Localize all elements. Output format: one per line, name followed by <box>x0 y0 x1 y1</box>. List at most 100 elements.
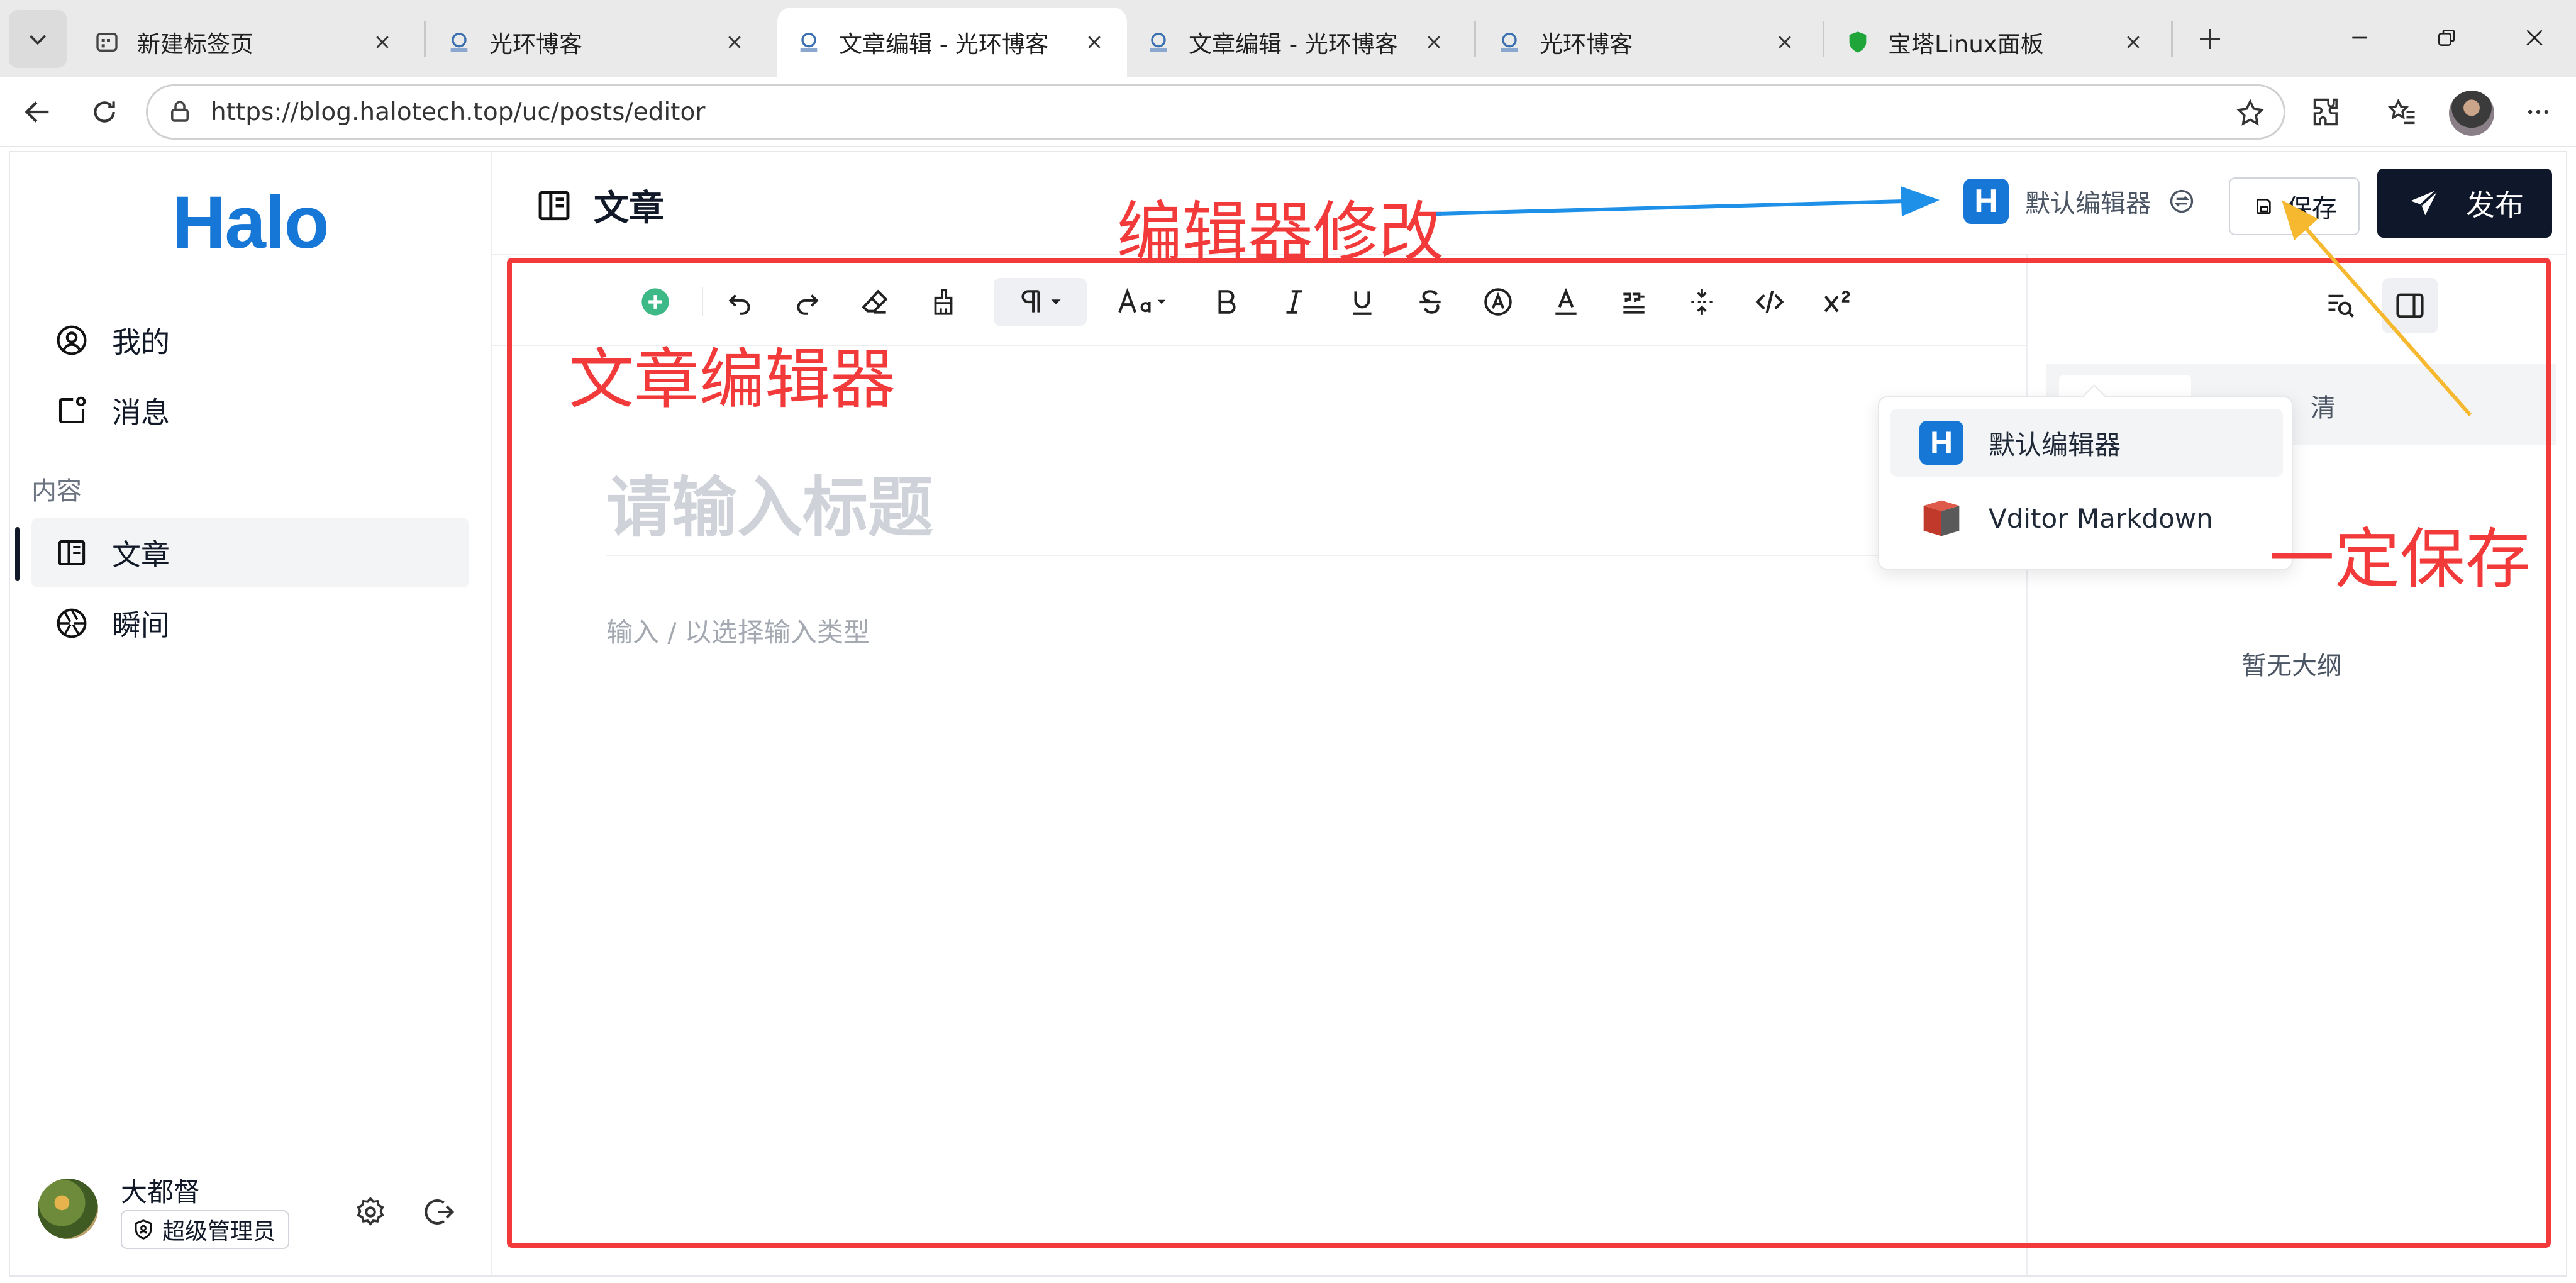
page-title: 文章 <box>533 180 664 231</box>
tab-divider <box>1823 21 1824 57</box>
title-divider <box>606 555 1927 556</box>
reload-button[interactable] <box>79 87 130 137</box>
favorites-icon[interactable] <box>2382 92 2423 132</box>
toolbar-divider <box>702 287 703 316</box>
profile-avatar[interactable] <box>2449 91 2494 136</box>
editor-option-vditor[interactable]: Vditor Markdown <box>1890 484 2283 552</box>
close-tab-icon[interactable] <box>1771 28 1799 56</box>
redo-button[interactable] <box>784 278 831 326</box>
browser-tab-active[interactable]: 文章编辑 - 光环博客 <box>777 8 1127 77</box>
tab-details-label[interactable]: 清 <box>2311 387 2336 424</box>
user-name: 大都督 <box>121 1177 201 1208</box>
back-button[interactable] <box>13 87 63 137</box>
italic-button[interactable] <box>1270 278 1318 326</box>
extensions-icon[interactable] <box>2307 92 2347 132</box>
search-text-icon <box>2328 294 2354 318</box>
role-badge: 超级管理员 <box>121 1210 290 1249</box>
logout-icon <box>425 1199 455 1225</box>
insert-block-button[interactable] <box>631 278 679 326</box>
close-tab-icon[interactable] <box>369 28 396 56</box>
sidebar-item-mine[interactable]: 我的 <box>31 306 469 375</box>
close-tab-icon[interactable] <box>2119 28 2147 56</box>
publish-button-label: 发布 <box>2466 188 2524 222</box>
caret-down-icon <box>1051 299 1061 304</box>
url-text[interactable]: https://blog.halotech.top/uc/posts/edito… <box>211 98 705 126</box>
format-painter-button[interactable] <box>919 278 967 326</box>
new-tab-button[interactable] <box>2181 10 2239 68</box>
sidebar: Halo 我的 消息 内容 文章 瞬间 大都督 超级管理员 <box>10 152 492 1275</box>
plus-icon <box>2200 29 2220 49</box>
strikethrough-button[interactable] <box>1406 278 1454 326</box>
user-panel: 大都督 超级管理员 <box>29 1165 482 1259</box>
close-tab-icon[interactable] <box>721 28 748 56</box>
browser-tab[interactable]: 文章编辑 - 光环博客 <box>1127 8 1467 77</box>
role-label: 超级管理员 <box>162 1219 276 1245</box>
more-options-icon[interactable] <box>2518 92 2558 132</box>
favorite-star-icon[interactable] <box>2235 97 2266 131</box>
publish-button[interactable]: 发布 <box>2377 169 2552 238</box>
tab-actions-menu-button[interactable] <box>9 10 67 68</box>
outline-empty-text: 暂无大纲 <box>2241 652 2342 680</box>
sidebar-item-label: 消息 <box>112 396 170 430</box>
editor-select-dropdown: H 默认编辑器 Vditor Markdown <box>1878 384 2293 570</box>
bold-icon <box>1218 290 1236 314</box>
close-icon <box>2526 30 2543 46</box>
save-button[interactable]: 保存 <box>2229 177 2360 235</box>
superscript-icon <box>1824 290 1850 313</box>
browser-tab[interactable]: 新建标签页 <box>75 8 415 77</box>
sidebar-item-messages[interactable]: 消息 <box>31 376 469 445</box>
font-size-dropdown[interactable] <box>1106 278 1181 326</box>
halo-h-icon: H <box>1963 179 2009 224</box>
url-bar[interactable]: https://blog.halotech.top/uc/posts/edito… <box>146 84 2285 140</box>
tab-title: 光环博客 <box>489 31 582 58</box>
undo-button[interactable] <box>716 278 763 326</box>
redo-icon <box>797 294 819 315</box>
lock-icon[interactable] <box>167 99 193 125</box>
close-window-button[interactable] <box>2497 9 2572 67</box>
code-button[interactable] <box>1746 278 1794 326</box>
close-tab-icon[interactable] <box>1420 28 1448 56</box>
user-circle-icon <box>54 323 89 358</box>
close-tab-icon[interactable] <box>1080 28 1108 56</box>
body-input[interactable]: 输入 / 以选择输入类型 <box>606 611 870 650</box>
superscript-button[interactable] <box>1814 278 1862 326</box>
browser-address-bar: https://blog.halotech.top/uc/posts/edito… <box>0 77 2576 147</box>
editor-option-default[interactable]: H 默认编辑器 <box>1890 409 2283 477</box>
halo-site-icon <box>447 30 472 55</box>
browser-tab[interactable]: 宝塔Linux面板 <box>1826 8 2166 77</box>
paragraph-style-dropdown[interactable] <box>994 278 1087 326</box>
halo-site-icon <box>796 30 821 55</box>
highlight-button[interactable] <box>1474 278 1522 326</box>
sidebar-right-icon <box>2396 293 2424 318</box>
send-icon <box>2406 184 2443 222</box>
article-icon <box>54 535 89 570</box>
restore-button[interactable] <box>2409 9 2484 67</box>
page-title-text: 文章 <box>594 188 664 229</box>
avatar[interactable] <box>38 1179 98 1239</box>
toggle-sidebar-button[interactable] <box>2382 278 2438 333</box>
underline-button[interactable] <box>1338 278 1386 326</box>
bold-button[interactable] <box>1202 278 1250 326</box>
title-input[interactable]: 请输入标题 <box>606 454 933 549</box>
vditor-book-icon <box>1919 496 1963 540</box>
annotation-editor-change: 编辑器修改 <box>1117 194 1445 270</box>
switch-editor-icon[interactable] <box>2167 187 2196 216</box>
logout-button[interactable] <box>420 1192 459 1231</box>
editor-content[interactable]: 请输入标题 输入 / 以选择输入类型 <box>492 347 2026 1275</box>
strikethrough-icon <box>1419 290 1441 314</box>
collapse-button[interactable] <box>1678 278 1726 326</box>
blockquote-button[interactable] <box>1610 278 1658 326</box>
browser-tab[interactable]: 光环博客 <box>1478 8 1818 77</box>
current-editor-name[interactable]: 默认编辑器 <box>2025 183 2151 219</box>
browser-tab[interactable]: 光环博客 <box>428 8 767 77</box>
search-replace-button[interactable] <box>2313 278 2368 333</box>
editor-switcher[interactable]: H 默认编辑器 <box>1963 179 2196 224</box>
text-color-button[interactable] <box>1542 278 1590 326</box>
halo-logo[interactable]: Halo <box>172 180 330 265</box>
minimize-button[interactable] <box>2322 9 2397 67</box>
clear-format-button[interactable] <box>852 278 899 326</box>
font-size-icon <box>1118 287 1151 313</box>
sidebar-item-posts[interactable]: 文章 <box>31 518 469 587</box>
sidebar-item-moments[interactable]: 瞬间 <box>31 589 469 658</box>
settings-button[interactable] <box>351 1192 390 1231</box>
